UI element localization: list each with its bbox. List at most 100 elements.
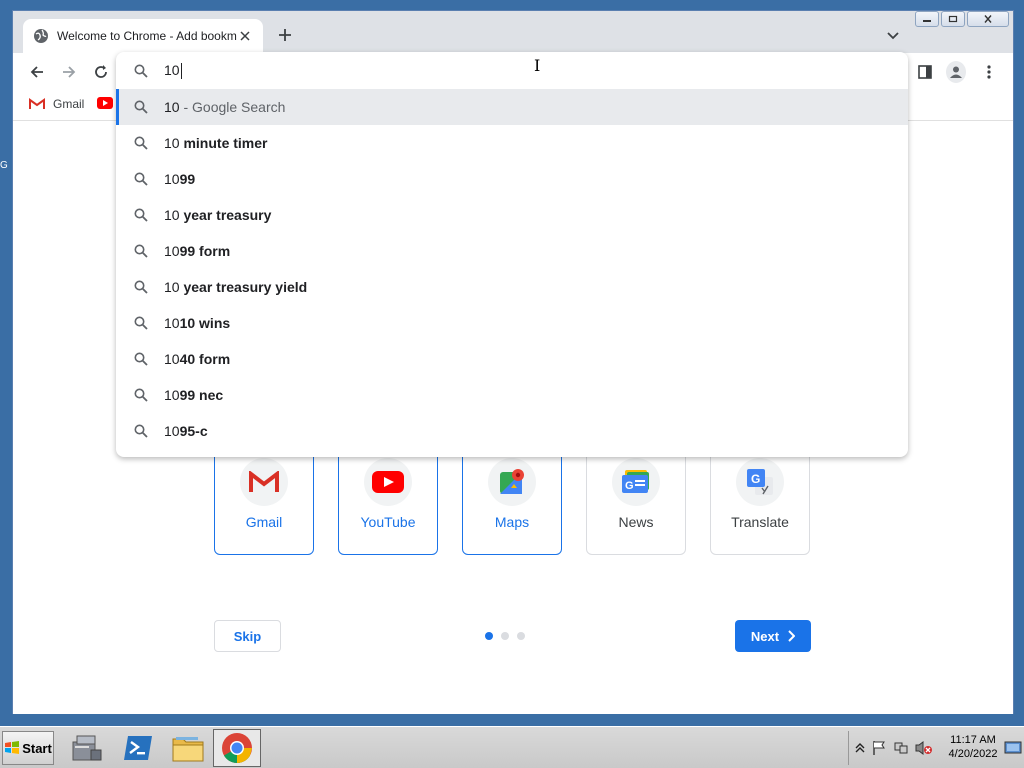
start-label: Start: [22, 740, 52, 756]
tab-title: Welcome to Chrome - Add bookmarks: [57, 29, 237, 43]
suggestion-item[interactable]: 10 99 nec: [116, 377, 908, 413]
restore-button[interactable]: [941, 11, 965, 27]
more-vert-icon: [987, 65, 991, 79]
taskbar-powershell[interactable]: [114, 729, 162, 767]
svg-text:G: G: [625, 480, 634, 492]
back-button[interactable]: [27, 62, 47, 82]
suggestion-typed-text: 10: [164, 351, 180, 367]
suggestion-item[interactable]: 10 year treasury yield: [116, 269, 908, 305]
svg-text:G: G: [751, 472, 760, 486]
app-card-gmail[interactable]: Gmail: [214, 451, 314, 555]
clock[interactable]: 11:17 AM 4/20/2022: [943, 733, 1003, 761]
powershell-icon: [124, 736, 152, 760]
taskbar-explorer[interactable]: [164, 729, 212, 767]
person-icon: [950, 66, 962, 78]
pagination-dot-1: [485, 632, 493, 640]
search-icon: [116, 172, 164, 186]
pagination-dot-3: [517, 632, 525, 640]
server-manager-icon: [72, 735, 102, 761]
app-card-news[interactable]: G News: [586, 451, 686, 555]
window-controls: [915, 11, 1009, 27]
app-icon-wrap: G: [612, 458, 660, 506]
pagination-dot-2: [501, 632, 509, 640]
gmail-icon: [249, 471, 279, 492]
volume-muted-icon[interactable]: [915, 740, 933, 756]
suggestion-completion-text: 40 form: [179, 351, 231, 367]
suggestion-completion-text: 99 form: [179, 243, 231, 259]
youtube-icon: [97, 97, 113, 109]
chevron-up-icon[interactable]: [855, 742, 865, 754]
bookmark-gmail[interactable]: Gmail: [29, 97, 84, 111]
text-cursor-icon: I: [534, 56, 541, 75]
side-panel-icon: [918, 65, 932, 79]
windows-logo-icon: [5, 741, 20, 754]
suggestion-completion-text: year treasury: [179, 207, 272, 223]
close-window-button[interactable]: [967, 11, 1009, 27]
app-label: News: [618, 514, 654, 530]
flag-icon[interactable]: [871, 740, 887, 756]
minimize-button[interactable]: [915, 11, 939, 27]
suggestion-typed-text: 10: [164, 387, 180, 403]
chevron-down-icon: [887, 32, 899, 40]
suggestion-typed-text: 10: [164, 279, 180, 295]
arrow-left-icon: [30, 66, 43, 78]
pagination-dots: [485, 632, 525, 640]
app-label: YouTube: [360, 514, 416, 530]
omnibox-dropdown: 10 10 - Google Search 10 minute timer 10 99…: [116, 52, 908, 457]
minimize-icon: [923, 20, 931, 22]
app-icon-wrap: [488, 458, 536, 506]
suggestion-typed-text: 10: [164, 423, 180, 439]
reload-button[interactable]: [91, 62, 111, 82]
close-tab-icon[interactable]: [237, 28, 253, 44]
next-label: Next: [750, 628, 780, 644]
next-button[interactable]: Next: [735, 620, 811, 652]
suggestion-item[interactable]: 10 95-c: [116, 413, 908, 449]
suggestion-item[interactable]: 10 minute timer: [116, 125, 908, 161]
app-card-youtube[interactable]: YouTube: [338, 451, 438, 555]
suggestion-completion-text: minute timer: [179, 135, 268, 151]
bookmark-youtube[interactable]: [97, 97, 113, 109]
tab-search-button[interactable]: [885, 27, 901, 43]
desktop-fragment: G: [0, 160, 8, 171]
suggestion-item[interactable]: 10 - Google Search: [116, 89, 908, 125]
start-button[interactable]: Start: [2, 731, 54, 765]
suggestion-item[interactable]: 10 99 form: [116, 233, 908, 269]
suggestion-typed-text: 10: [164, 99, 180, 115]
side-panel-button[interactable]: [915, 62, 935, 82]
chevron-right-icon: [788, 630, 796, 642]
skip-button[interactable]: Skip: [214, 620, 281, 652]
network-icon[interactable]: [893, 740, 909, 756]
taskbar-server-manager[interactable]: [62, 729, 110, 767]
search-icon: [116, 244, 164, 258]
address-input[interactable]: 10: [164, 62, 182, 80]
search-icon: [116, 64, 164, 78]
app-card-maps[interactable]: Maps: [462, 451, 562, 555]
search-icon: [116, 352, 164, 366]
new-tab-button[interactable]: [275, 25, 295, 45]
suggestion-item[interactable]: 10 10 wins: [116, 305, 908, 341]
search-icon: [116, 100, 164, 114]
suggestion-item[interactable]: 10 99: [116, 161, 908, 197]
plus-icon: [279, 29, 291, 41]
translate-icon: G: [747, 469, 773, 495]
arrow-right-icon: [63, 66, 76, 78]
app-label: Maps: [494, 514, 530, 530]
search-icon: [116, 316, 164, 330]
search-icon: [116, 424, 164, 438]
forward-button[interactable]: [59, 62, 79, 82]
app-card-translate[interactable]: G Translate: [710, 451, 810, 555]
show-desktop-icon[interactable]: [1004, 740, 1022, 756]
suggestion-item[interactable]: 10 year treasury: [116, 197, 908, 233]
folder-icon: [172, 737, 204, 762]
globe-icon: [33, 28, 49, 44]
menu-button[interactable]: [979, 62, 999, 82]
address-bar[interactable]: 10: [116, 52, 908, 89]
suggestion-item[interactable]: 10 40 form: [116, 341, 908, 377]
suggestion-typed-text: 10: [164, 171, 180, 187]
taskbar-chrome[interactable]: [213, 729, 261, 767]
suggestion-completion-text: 99 nec: [179, 387, 224, 403]
tab-welcome[interactable]: Welcome to Chrome - Add bookmarks: [23, 19, 263, 53]
app-label: Gmail: [245, 514, 283, 530]
profile-button[interactable]: [946, 61, 966, 83]
close-icon: [984, 15, 992, 23]
